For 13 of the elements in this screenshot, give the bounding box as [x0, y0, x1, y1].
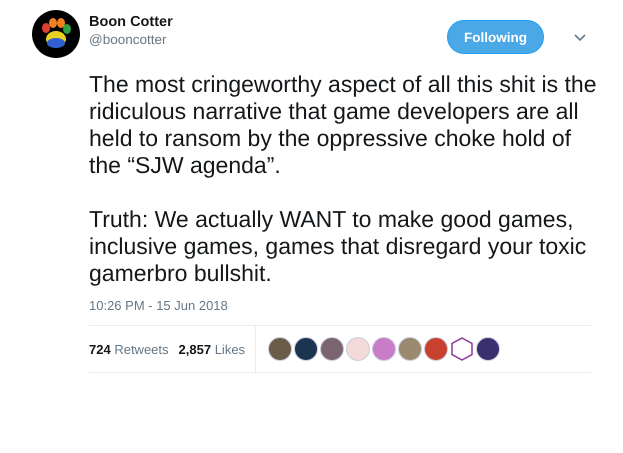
- author-handle[interactable]: @booncotter: [89, 32, 438, 47]
- timestamp[interactable]: 10:26 PM - 15 Jun 2018: [89, 298, 591, 313]
- author-name[interactable]: Boon Cotter: [89, 14, 438, 30]
- paw-avatar-icon[interactable]: [32, 10, 80, 58]
- user-avatar[interactable]: [476, 337, 500, 361]
- tweet-text: Truth: We actually WANT to make good games, inclusive games, games that disregard your toxic gamerbro bullshit.: [89, 206, 588, 287]
- hexagon-avatar[interactable]: [450, 337, 474, 361]
- tweet-text: The most cringeworthy aspect of all this shit is the ridiculous narrative that game developers are all held to ransom by the oppressive choke hold of the “SJW agenda”.: [89, 71, 598, 179]
- user-avatar[interactable]: [294, 337, 318, 361]
- user-avatar[interactable]: [268, 337, 292, 361]
- user-avatar[interactable]: [320, 337, 344, 361]
- stat-count[interactable]: 2,857 Likes: [178, 342, 246, 356]
- stat-count[interactable]: 724 Retweets: [89, 342, 169, 356]
